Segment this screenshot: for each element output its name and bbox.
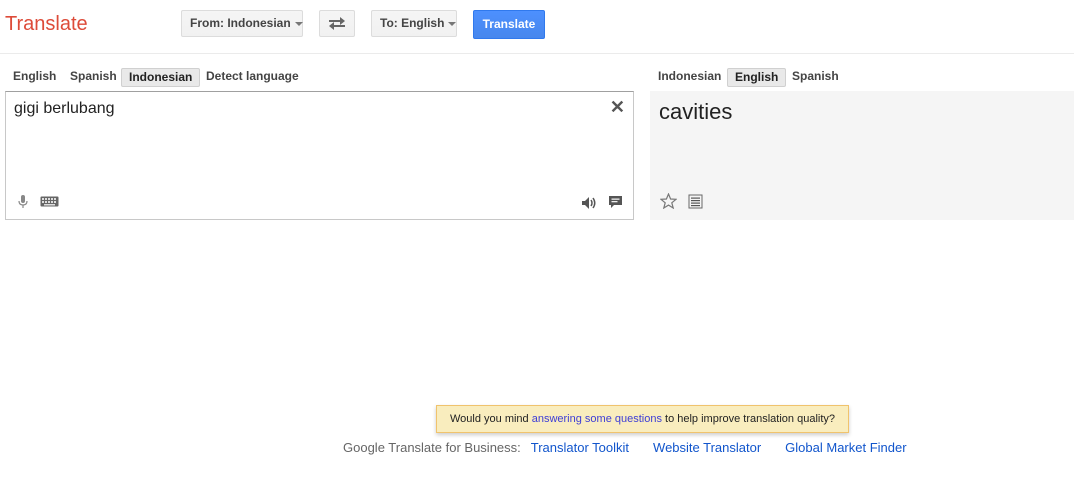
chevron-down-icon — [448, 21, 457, 26]
source-tab-spanish[interactable]: Spanish — [63, 68, 124, 87]
result-area: cavities — [650, 91, 1074, 220]
source-tab-english[interactable]: English — [6, 68, 63, 87]
source-text[interactable]: gigi berlubang — [14, 100, 115, 118]
source-tab-indonesian[interactable]: Indonesian — [121, 68, 201, 87]
swap-languages-button[interactable] — [319, 10, 355, 37]
translator-toolkit-link[interactable]: Translator Toolkit — [531, 440, 629, 455]
app-logo[interactable]: Translate — [5, 13, 88, 36]
source-text-area[interactable]: gigi berlubang ✕ — [5, 91, 634, 220]
speaker-icon[interactable] — [581, 196, 597, 210]
from-language-dropdown[interactable]: From: Indonesian — [181, 10, 303, 37]
translated-text[interactable]: cavities — [659, 99, 732, 125]
feedback-banner: Would you mind answering some questions … — [436, 405, 849, 433]
chevron-down-icon — [294, 21, 303, 26]
swap-arrows-icon — [329, 17, 345, 30]
speech-bubble-icon[interactable] — [608, 195, 623, 210]
website-translator-link[interactable]: Website Translator — [653, 440, 761, 455]
target-tab-spanish[interactable]: Spanish — [785, 68, 846, 87]
target-tab-english[interactable]: English — [727, 68, 787, 87]
feedback-survey-link[interactable]: answering some questions — [532, 413, 662, 425]
target-tab-indonesian[interactable]: Indonesian — [651, 68, 728, 87]
footer-label: Google Translate for Business: — [343, 440, 521, 455]
to-language-dropdown[interactable]: To: English — [371, 10, 457, 37]
top-toolbar: Translate From: Indonesian To: English T… — [0, 0, 1074, 54]
document-list-icon[interactable] — [688, 194, 703, 209]
star-icon[interactable] — [660, 193, 677, 209]
to-language-label: To: English — [380, 16, 445, 30]
from-language-label: From: Indonesian — [190, 16, 291, 30]
source-tab-detect-language[interactable]: Detect language — [199, 68, 306, 87]
feedback-suffix: to help improve translation quality? — [661, 413, 836, 425]
business-footer: Google Translate for Business: Translator… — [343, 440, 907, 455]
global-market-finder-link[interactable]: Global Market Finder — [785, 440, 906, 455]
translate-button[interactable]: Translate — [473, 10, 545, 39]
close-icon[interactable]: ✕ — [610, 97, 625, 118]
feedback-prefix: Would you mind — [449, 413, 532, 425]
microphone-icon[interactable] — [18, 195, 28, 209]
keyboard-icon[interactable] — [40, 196, 59, 207]
